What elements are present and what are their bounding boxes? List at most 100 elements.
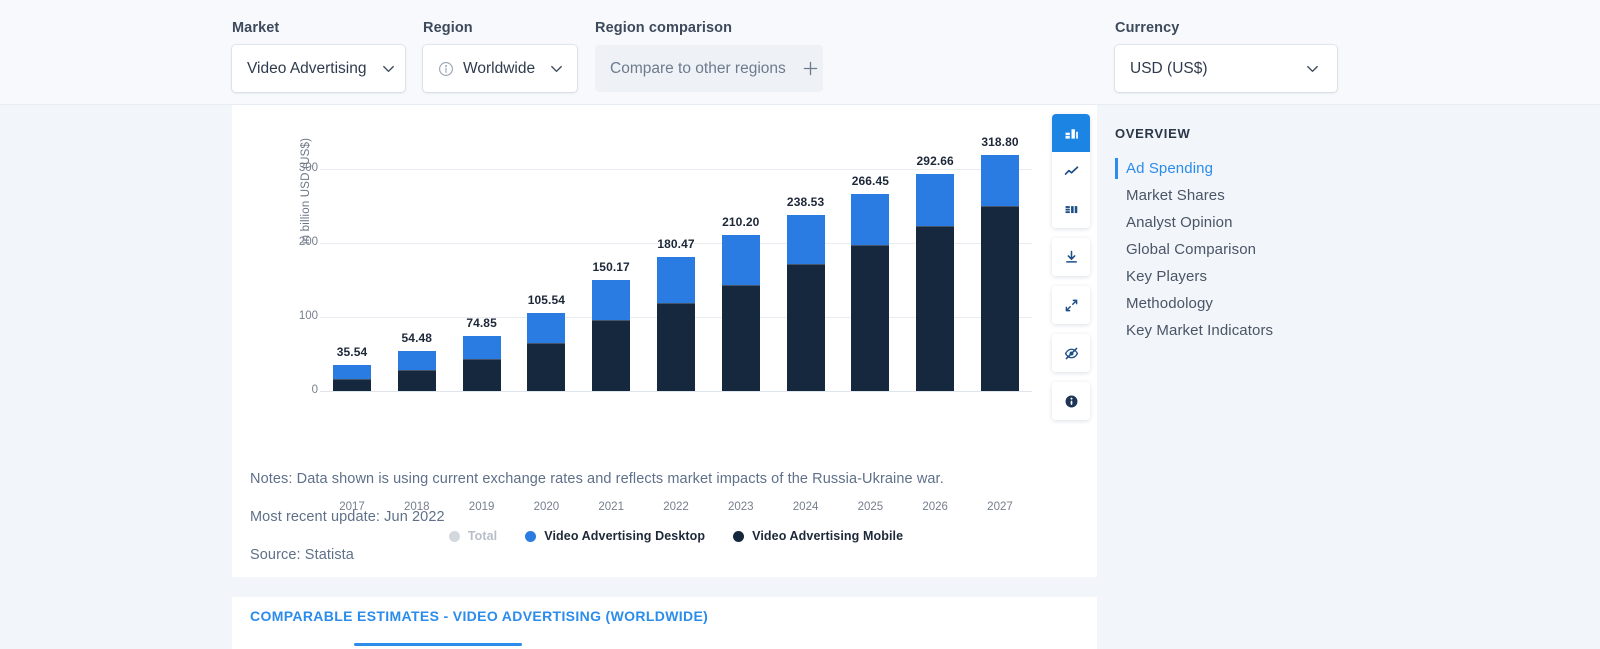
bar-segment-mobile[interactable] [527, 342, 566, 391]
bar-segment-desktop[interactable] [462, 335, 501, 359]
expand-icon[interactable] [1052, 286, 1090, 324]
bar-segment-desktop[interactable] [721, 235, 760, 285]
market-filter: Market Video Advertising [232, 20, 405, 92]
bar-segment-mobile[interactable] [592, 320, 631, 391]
region-comparison-button[interactable]: Compare to other regions [595, 45, 823, 92]
bar-total-label: 105.54 [527, 292, 566, 307]
page-root: Market Video Advertising Region Worldwid… [0, 0, 1600, 649]
market-value: Video Advertising [247, 59, 367, 77]
plot-area: 0 100 200 300 35.54 54.48 74.85 105.54 150.17 18… [299, 135, 1032, 396]
eye-off-icon[interactable] [1052, 334, 1090, 372]
bar-chart-icon[interactable] [1052, 114, 1090, 152]
bar-segment-mobile[interactable] [916, 225, 955, 391]
bar-segment-desktop[interactable] [592, 279, 631, 321]
active-tab-underline [354, 643, 522, 646]
bar-segment-mobile[interactable] [656, 302, 695, 391]
bar-column[interactable]: 266.45 [838, 169, 902, 391]
chevron-down-icon [381, 61, 396, 76]
bar-column[interactable]: 238.53 [774, 169, 838, 391]
y-axis-tick: 0 [311, 384, 318, 396]
currency-value: USD (US$) [1130, 59, 1208, 77]
region-label: Region [423, 20, 473, 36]
ad-spending-chart-card: in billion USD (US$) 0 100 200 300 35.54 54.… [232, 105, 1097, 577]
bar-segment-mobile[interactable] [786, 264, 825, 391]
region-comparison-filter: Region comparison Compare to other regio… [595, 20, 823, 92]
stacked-bar[interactable]: 180.47 [656, 237, 695, 391]
bar-column[interactable]: 318.80 [968, 135, 1032, 391]
stacked-bar[interactable]: 105.54 [527, 293, 566, 391]
bar-column[interactable]: 180.47 [644, 169, 708, 391]
bar-segment-desktop[interactable] [980, 155, 1019, 207]
bar-column[interactable]: 210.20 [709, 169, 773, 391]
region-filter: Region Worldwide [423, 20, 577, 92]
sidebar-item-global-comparison[interactable]: Global Comparison [1115, 236, 1375, 263]
stacked-bar[interactable]: 54.48 [397, 331, 436, 391]
bar-column[interactable]: 35.54 [320, 169, 384, 391]
stacked-bar[interactable]: 318.80 [980, 135, 1019, 391]
bar-total-label: 54.48 [401, 330, 433, 345]
chart-notes: Notes: Data shown is using current excha… [250, 469, 1080, 583]
bar-segment-desktop[interactable] [397, 350, 436, 370]
bar-segment-desktop[interactable] [527, 312, 566, 343]
bar-column[interactable]: 150.17 [579, 169, 643, 391]
sidebar-item-key-players[interactable]: Key Players [1115, 263, 1375, 290]
stacked-bar[interactable]: 210.20 [721, 215, 760, 391]
comparable-estimates-title: COMPARABLE ESTIMATES - VIDEO ADVERTISING… [250, 608, 709, 624]
bar-column[interactable]: 74.85 [450, 169, 514, 391]
bar-segment-mobile[interactable] [397, 369, 436, 391]
region-comparison-value: Compare to other regions [610, 59, 786, 77]
market-select[interactable]: Video Advertising [232, 45, 405, 92]
sidebar-title: OVERVIEW [1115, 126, 1191, 141]
sidebar-item-methodology[interactable]: Methodology [1115, 290, 1375, 317]
bar-total-label: 180.47 [657, 237, 695, 252]
chart-type-group [1052, 114, 1090, 228]
y-axis-tick: 200 [298, 236, 318, 248]
bar-column[interactable]: 105.54 [514, 169, 578, 391]
region-select[interactable]: Worldwide [423, 45, 577, 92]
info-icon[interactable] [1052, 382, 1090, 420]
table-icon[interactable] [1052, 190, 1090, 228]
currency-select[interactable]: USD (US$) [1115, 45, 1337, 92]
bar-segment-desktop[interactable] [786, 214, 825, 265]
bar-segment-desktop[interactable] [916, 174, 955, 226]
left-gutter [0, 105, 232, 649]
info-circle-icon [438, 61, 454, 77]
y-axis-tick: 100 [298, 310, 318, 322]
last-update-line: Most recent update: Jun 2022 [250, 509, 445, 526]
chevron-down-icon [549, 61, 564, 76]
bar-column[interactable]: 292.66 [903, 154, 967, 391]
sidebar-item-ad-spending[interactable]: Ad Spending [1115, 155, 1375, 182]
bar-segment-mobile[interactable] [462, 358, 501, 391]
stacked-bar[interactable]: 266.45 [851, 174, 890, 391]
bar-total-label: 318.80 [981, 135, 1019, 150]
y-axis-tick: 300 [298, 162, 318, 174]
bar-total-label: 35.54 [336, 344, 368, 359]
currency-label: Currency [1115, 20, 1180, 36]
line-chart-icon[interactable] [1052, 152, 1090, 190]
bar-total-label: 238.53 [786, 194, 825, 209]
sidebar-item-key-market-indicators[interactable]: Key Market Indicators [1115, 317, 1375, 344]
sidebar-item-market-shares[interactable]: Market Shares [1115, 182, 1375, 209]
stacked-bar[interactable]: 35.54 [333, 345, 371, 391]
bar-segment-desktop[interactable] [851, 193, 890, 245]
stacked-bar[interactable]: 74.85 [462, 316, 501, 391]
bar-column[interactable]: 54.48 [385, 169, 449, 391]
bar-segment-mobile[interactable] [721, 284, 760, 391]
bar-segment-mobile[interactable] [333, 378, 371, 391]
stacked-bar[interactable]: 238.53 [786, 195, 825, 391]
chevron-down-icon [1305, 61, 1320, 76]
bar-segment-mobile[interactable] [851, 244, 890, 391]
bar-segment-desktop[interactable] [656, 257, 695, 303]
info-group [1052, 382, 1090, 420]
download-group [1052, 238, 1090, 276]
stacked-bar[interactable]: 292.66 [916, 154, 955, 391]
bar-series: 35.54 54.48 74.85 105.54 150.17 180.47 210.20 2… [320, 135, 1032, 391]
sidebar-item-analyst-opinion[interactable]: Analyst Opinion [1115, 209, 1375, 236]
bar-segment-desktop[interactable] [333, 364, 371, 379]
download-icon[interactable] [1052, 238, 1090, 276]
stacked-bar[interactable]: 150.17 [592, 260, 631, 391]
expand-group [1052, 286, 1090, 324]
overview-sidebar: OVERVIEW Ad Spending Market Shares Analyst… [1115, 126, 1375, 344]
visibility-group [1052, 334, 1090, 372]
bar-segment-mobile[interactable] [980, 206, 1019, 391]
